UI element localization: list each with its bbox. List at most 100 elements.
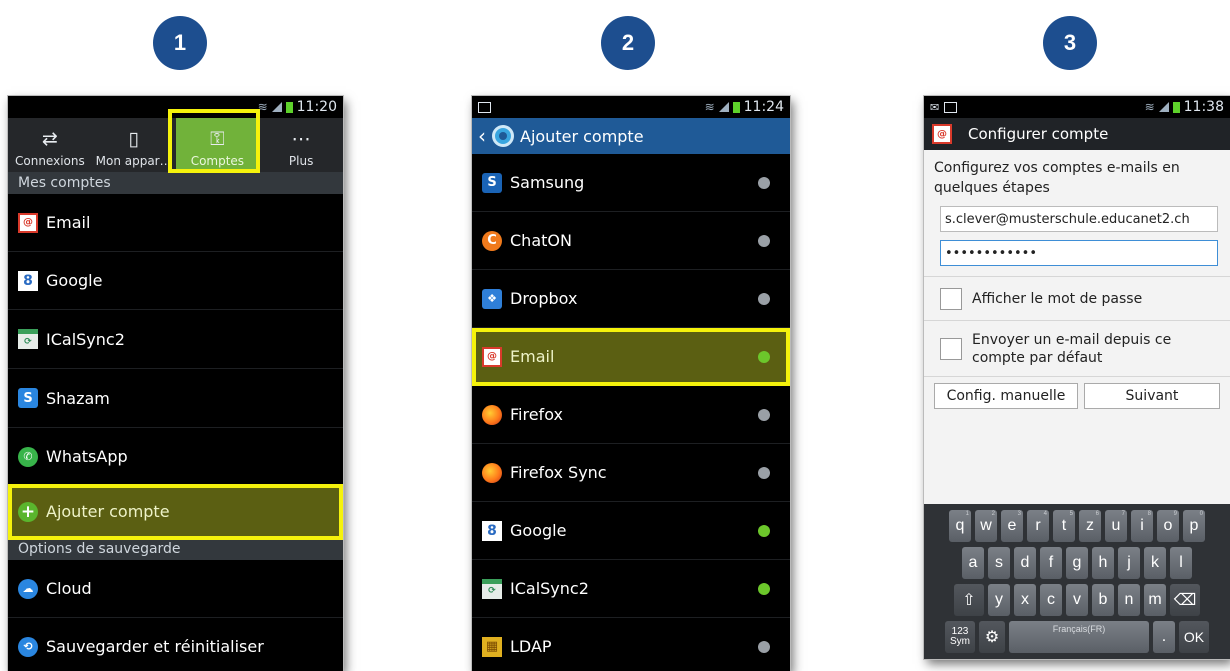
action-bar: ‹ Ajouter compte — [472, 118, 790, 154]
tab-label: Mon appar… — [95, 154, 172, 168]
tab-label: Connexions — [15, 154, 85, 168]
add-account-button[interactable]: + Ajouter compte — [8, 484, 343, 540]
key-o[interactable]: 9o — [1157, 510, 1179, 542]
key-k[interactable]: k — [1144, 547, 1166, 579]
email-icon: @ — [18, 212, 38, 233]
ok-key[interactable]: OK — [1179, 621, 1209, 653]
password-field[interactable]: •••••••••••• — [940, 240, 1218, 266]
symbols-key[interactable]: 123 Sym — [945, 621, 975, 653]
backspace-key[interactable]: ⌫ — [1170, 584, 1200, 616]
section-mes-comptes: Mes comptes — [8, 172, 343, 194]
show-password-checkbox[interactable] — [940, 287, 962, 310]
backup-label: Sauvegarder et réinitialiser — [46, 637, 264, 656]
key-g[interactable]: g — [1066, 547, 1088, 579]
tab-mon-appareil[interactable]: ▯ Mon appar… — [92, 118, 176, 172]
add-account-label: Ajouter compte — [46, 502, 170, 521]
dropbox-icon: ❖ — [482, 288, 502, 309]
account-type-label: Google — [510, 521, 567, 540]
key-r[interactable]: 4r — [1027, 510, 1049, 542]
send-default-checkbox[interactable] — [940, 337, 962, 360]
key-s[interactable]: s — [988, 547, 1010, 579]
settings-key[interactable]: ⚙ — [979, 621, 1005, 653]
google-icon: 8 — [18, 270, 38, 291]
key-z[interactable]: 6z — [1079, 510, 1101, 542]
account-email[interactable]: @ Email — [8, 194, 343, 252]
next-button[interactable]: Suivant — [1084, 383, 1220, 409]
key-f[interactable]: f — [1040, 547, 1062, 579]
account-whatsapp[interactable]: ✆ WhatsApp — [8, 428, 343, 486]
account-type-label: ICalSync2 — [510, 579, 589, 598]
chaton-icon: C — [482, 230, 502, 251]
account-type-samsung[interactable]: S Samsung — [472, 154, 790, 212]
key-c[interactable]: c — [1040, 584, 1062, 616]
account-label: WhatsApp — [46, 447, 128, 466]
key-x[interactable]: x — [1014, 584, 1036, 616]
account-type-dropbox[interactable]: ❖ Dropbox — [472, 270, 790, 328]
clock: 11:24 — [743, 99, 784, 115]
key-a[interactable]: a — [962, 547, 984, 579]
status-dot — [758, 582, 770, 595]
shift-key[interactable]: ⇧ — [954, 584, 984, 616]
key-m[interactable]: m — [1144, 584, 1166, 616]
key-d[interactable]: d — [1014, 547, 1036, 579]
account-shazam[interactable]: S Shazam — [8, 369, 343, 428]
account-type-firefox[interactable]: Firefox — [472, 386, 790, 444]
key-period[interactable]: . — [1153, 621, 1175, 653]
tab-plus[interactable]: ⋯ Plus — [259, 118, 343, 172]
account-icalsync2[interactable]: ⟳ ICalSync2 — [8, 310, 343, 369]
key-v[interactable]: v — [1066, 584, 1088, 616]
key-h[interactable]: h — [1092, 547, 1114, 579]
key-w[interactable]: 2w — [975, 510, 997, 542]
show-password-option[interactable]: Afficher le mot de passe — [924, 276, 1230, 320]
image-notification-icon — [478, 101, 491, 113]
manual-config-button[interactable]: Config. manuelle — [934, 383, 1078, 409]
mail-notification-icon: ✉ — [930, 100, 940, 114]
key-p[interactable]: 0p — [1183, 510, 1205, 542]
key-t[interactable]: 5t — [1053, 510, 1075, 542]
send-default-option[interactable]: Envoyer un e-mail depuis ce compte par d… — [924, 320, 1230, 376]
back-chevron-icon[interactable]: ‹ — [478, 124, 486, 148]
account-type-label: Email — [510, 347, 555, 366]
image-notification-icon — [944, 101, 958, 113]
email-field[interactable]: s.clever@musterschule.educanet2.ch — [940, 206, 1218, 232]
status-dot — [758, 466, 770, 479]
space-key[interactable]: Français(FR) — [1009, 621, 1149, 653]
account-type-email[interactable]: @ Email — [472, 328, 790, 386]
account-google[interactable]: 8 Google — [8, 252, 343, 310]
key-l[interactable]: l — [1170, 547, 1192, 579]
shift-arrow-icon: ⇧ — [962, 592, 976, 609]
email-icon: @ — [482, 346, 502, 367]
status-dot — [758, 640, 770, 653]
key-u[interactable]: 7u — [1105, 510, 1127, 542]
account-type-google[interactable]: 8 Google — [472, 502, 790, 560]
account-label: Email — [46, 213, 91, 232]
key-i[interactable]: 8i — [1131, 510, 1153, 542]
account-type-label: Firefox Sync — [510, 463, 607, 482]
shazam-icon: S — [18, 388, 38, 408]
backup-cloud[interactable]: ☁ Cloud — [8, 560, 343, 618]
tab-label: Plus — [288, 154, 314, 168]
backup-reset[interactable]: ⟲ Sauvegarder et réinitialiser — [8, 618, 343, 671]
key-q[interactable]: 1q — [949, 510, 971, 542]
key-b[interactable]: b — [1092, 584, 1114, 616]
phone-screen-1: ≋ 11:20 ⇄ Connexions ▯ Mon appar… ⚿ Comp… — [8, 96, 343, 671]
account-type-firefox-sync[interactable]: Firefox Sync — [472, 444, 790, 502]
key-e[interactable]: 3e — [1001, 510, 1023, 542]
tab-connexions[interactable]: ⇄ Connexions — [8, 118, 92, 172]
account-type-icalsync2[interactable]: ⟳ ICalSync2 — [472, 560, 790, 618]
google-icon: 8 — [482, 520, 502, 541]
account-type-ldap[interactable]: ▦ LDAP — [472, 618, 790, 671]
account-type-label: Samsung — [510, 173, 585, 192]
firefox-icon — [482, 462, 502, 483]
signal-icon — [718, 102, 729, 112]
setup-form: Configurez vos comptes e-mails en quelqu… — [924, 150, 1230, 412]
step-badge-2: 2 — [601, 16, 655, 70]
key-n[interactable]: n — [1118, 584, 1140, 616]
key-j[interactable]: j — [1118, 547, 1140, 579]
phone-screen-2: ≋ 11:24 ‹ Ajouter compte S Samsung C Cha… — [472, 96, 790, 671]
account-type-chaton[interactable]: C ChatON — [472, 212, 790, 270]
checkbox-label: Envoyer un e-mail depuis ce compte par d… — [972, 331, 1172, 366]
key-y[interactable]: y — [988, 584, 1010, 616]
tab-comptes[interactable]: ⚿ Comptes — [175, 118, 260, 172]
section-options-sauvegarde: Options de sauvegarde — [8, 538, 343, 560]
